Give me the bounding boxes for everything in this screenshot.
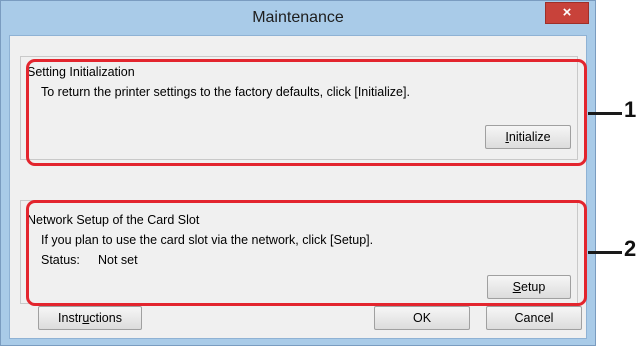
callout-highlight-1 <box>26 59 587 166</box>
close-button[interactable]: × <box>545 2 589 24</box>
ok-button[interactable]: OK <box>374 306 470 330</box>
instructions-button[interactable]: Instructions <box>38 306 142 330</box>
instructions-label-start: Instr <box>58 311 83 325</box>
close-icon: × <box>562 4 572 21</box>
cancel-button[interactable]: Cancel <box>486 306 582 330</box>
callout-number-2: 2 <box>624 236 637 261</box>
instructions-label-end: ctions <box>89 311 122 325</box>
callout-number-1: 1 <box>624 97 637 122</box>
callout-line-2 <box>588 251 622 254</box>
callout-line-1 <box>588 112 622 115</box>
callout-highlight-2 <box>26 200 587 306</box>
window-title: Maintenance <box>252 9 344 26</box>
title-bar: Maintenance × <box>1 1 595 35</box>
